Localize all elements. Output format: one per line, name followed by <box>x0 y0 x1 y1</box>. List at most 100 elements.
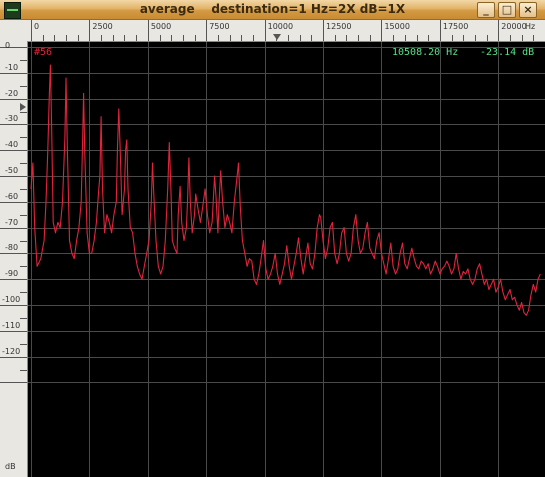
close-button[interactable]: × <box>519 2 537 18</box>
db-ruler[interactable]: 0 -10 -20 -30 -40 -50 -60 -70 -80 -90 -100 -110 -120… <box>0 41 28 477</box>
application-window: average destination=1 Hz=2X dB=1X _ □ × … <box>0 0 545 477</box>
db-tick-label: 0 <box>5 41 11 50</box>
window-title: average destination=1 Hz=2X dB=1X <box>139 2 406 16</box>
db-tick-label: -10 <box>5 62 19 72</box>
db-ruler-tick <box>20 292 27 294</box>
freq-ruler-tick <box>404 35 406 41</box>
freq-ruler-tick <box>147 20 149 41</box>
freq-ruler-tick <box>509 35 511 41</box>
db-ruler-tick <box>20 266 27 268</box>
freq-ruler-tick <box>77 35 79 41</box>
db-tick-label: -30 <box>5 114 19 124</box>
freq-ruler-tick <box>323 20 325 41</box>
db-tick-label: -50 <box>5 166 19 175</box>
freq-ruler-tick <box>252 35 254 41</box>
freq-ruler-tick <box>474 35 476 41</box>
db-ruler-tick <box>20 317 27 319</box>
freq-tick-label: 12500 <box>326 22 352 31</box>
db-tick-label: -120 <box>2 346 21 356</box>
freq-tick-label: Hz <box>525 22 536 31</box>
freq-ruler-tick <box>498 20 500 41</box>
freq-ruler-tick <box>416 35 418 41</box>
db-tick-label: -80 <box>5 243 19 253</box>
freq-ruler-tick <box>101 35 103 41</box>
freq-tick-label: 7500 <box>209 22 230 31</box>
freq-ruler-tick <box>124 35 126 41</box>
freq-ruler-tick <box>311 35 313 41</box>
db-tick-label: -60 <box>5 191 19 201</box>
db-ruler-tick <box>0 305 27 306</box>
cursor-level-readout: -23.14 dB <box>480 47 535 58</box>
title-bar[interactable]: average destination=1 Hz=2X dB=1X _ □ × <box>0 0 545 20</box>
freq-tick-label: 0 <box>34 22 40 31</box>
db-ruler-tick <box>0 253 27 255</box>
db-tick-label: -90 <box>5 269 19 279</box>
freq-ruler-tick <box>182 35 184 41</box>
freq-ruler-tick <box>31 20 32 41</box>
db-ruler-tick <box>0 72 27 74</box>
freq-tick-label: 17500 <box>442 22 469 31</box>
spectrum-trace <box>30 64 541 316</box>
db-ruler-tick <box>20 59 27 61</box>
freq-tick-label: 10000 <box>267 22 294 31</box>
db-ruler-tick <box>0 124 27 126</box>
db-ruler-tick <box>0 279 27 281</box>
db-tick-label: -20 <box>5 88 19 98</box>
freq-tick-label: 5000 <box>150 22 172 31</box>
freq-ruler-tick <box>463 35 465 41</box>
db-ruler-tick <box>20 214 27 216</box>
db-tick-label: -70 <box>5 217 19 227</box>
freq-ruler-tick <box>288 35 289 41</box>
freq-ruler-tick <box>217 35 219 41</box>
freq-ruler-tick <box>393 35 395 41</box>
freq-ruler-tick <box>486 35 488 41</box>
db-ruler-tick <box>20 369 27 371</box>
db-tick-label: -40 <box>5 140 19 150</box>
spectrum-chart <box>28 42 545 477</box>
db-ruler-tick <box>20 343 27 345</box>
freq-ruler-tick <box>206 20 208 41</box>
freq-ruler-tick <box>112 35 114 41</box>
freq-ruler-tick <box>299 35 301 41</box>
freq-ruler-tick <box>241 35 243 41</box>
freq-ruler-tick <box>89 20 91 41</box>
ruler-corner <box>0 20 28 42</box>
db-ruler-tick <box>0 356 27 358</box>
db-ruler-tick <box>0 150 27 152</box>
freq-ruler-tick <box>171 35 173 41</box>
frequency-ruler[interactable]: 0 2500 5000 7500 10000 12500 15000 17500 20000 Hz <box>27 20 545 42</box>
db-ruler-tick <box>20 137 27 139</box>
cursor-frequency-readout: 10508.20 Hz <box>392 47 459 58</box>
db-tick-label: -110 <box>2 320 21 330</box>
db-ruler-tick <box>20 188 27 190</box>
spectrum-plot-area[interactable]: #56 10508.20 Hz -23.14 dB <box>28 42 545 477</box>
freq-ruler-tick <box>54 35 56 41</box>
freq-ruler-tick <box>334 35 336 41</box>
freq-ruler-tick <box>381 20 383 41</box>
db-ruler-tick <box>0 330 27 332</box>
db-ruler-tick <box>0 382 27 384</box>
freq-ruler-tick <box>521 35 523 41</box>
freq-ruler-tick <box>346 35 348 41</box>
frequency-cursor-marker[interactable] <box>272 34 281 40</box>
freq-ruler-tick <box>533 35 535 41</box>
freq-ruler-tick <box>428 35 430 41</box>
freq-ruler-tick <box>451 35 453 41</box>
freq-tick-label: 20000 <box>501 22 527 31</box>
db-ruler-tick <box>0 201 27 203</box>
db-ruler-tick <box>20 240 27 242</box>
minimize-button[interactable]: _ <box>477 2 495 18</box>
freq-ruler-tick <box>369 35 371 41</box>
db-ruler-tick <box>20 111 27 113</box>
db-tick-label: -100 <box>2 295 21 304</box>
level-cursor-marker[interactable] <box>20 102 26 111</box>
maximize-button[interactable]: □ <box>498 2 516 18</box>
freq-ruler-tick <box>136 35 138 41</box>
freq-ruler-tick <box>42 35 44 41</box>
freq-ruler-tick <box>66 35 68 41</box>
freq-ruler-tick <box>358 35 360 41</box>
db-ruler-tick <box>0 227 27 229</box>
peak-label: #56 <box>34 47 53 58</box>
freq-ruler-tick <box>194 35 196 41</box>
freq-ruler-tick <box>264 20 266 41</box>
